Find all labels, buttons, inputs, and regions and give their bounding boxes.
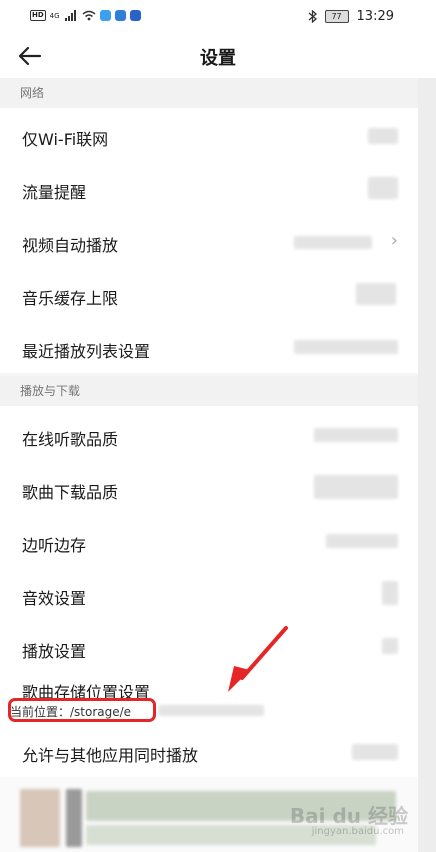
settings-item-sound-effects[interactable]: 音效设置 [0,565,418,618]
setting-value [314,475,398,499]
watermark-logo: Bai du 经验 [289,804,408,828]
settings-item-label: 最近播放列表设置 [22,342,151,361]
setting-value [356,283,396,305]
signal-icon [64,10,76,21]
right-gutter [418,78,436,852]
thumbnail-blurred [66,789,82,847]
settings-item-listen-and-save[interactable]: 边听边存 [0,512,418,565]
chevron-right-icon [382,638,398,654]
settings-item-label: 边听边存 [22,536,87,555]
settings-item-label: 音乐缓存上限 [22,289,119,308]
highlight-box [8,698,156,722]
settings-item-online-quality[interactable]: 在线听歌品质 [0,406,418,459]
header: 设置 [0,34,436,78]
wifi-icon [82,10,96,21]
settings-item-label: 播放设置 [22,642,87,661]
hd-tag: HD [30,10,46,21]
bluetooth-icon [308,10,317,23]
chevron-right-icon: › [390,230,398,251]
settings-item-label: 在线听歌品质 [22,430,119,449]
settings-item-playback[interactable]: 播放设置 [0,618,418,671]
cloud-notification-icon [114,10,126,21]
settings-item-download-quality[interactable]: 歌曲下载品质 [0,459,418,512]
storage-path-blurred [158,705,264,716]
section-header-playback-download: 播放与下载 [0,376,418,406]
setting-value [326,534,398,548]
network-type: 4G [49,11,60,20]
section-header-network: 网络 [0,78,418,108]
status-right-icons: 77 13:29 [308,9,394,24]
battery-icon: 77 [324,10,349,23]
settings-item-data-alert[interactable]: 流量提醒 [0,161,418,214]
settings-item-label: 歌曲下载品质 [22,483,119,502]
app-notification-icon [99,10,111,21]
toggle-switch[interactable] [352,744,398,760]
annotation-arrow-icon [228,626,288,692]
toggle-switch[interactable] [368,177,398,199]
toggle-switch[interactable] [368,128,398,144]
chevron-right-icon [382,581,398,605]
settings-item-wifi-only[interactable]: 仅Wi-Fi联网 [0,108,418,161]
page-title: 设置 [200,48,236,69]
settings-item-label: 仅Wi-Fi联网 [22,130,109,149]
settings-item-recent-playlist[interactable]: 最近播放列表设置 [0,320,418,373]
settings-item-label: 允许与其他应用同时播放 [22,746,199,765]
shield-notification-icon [129,10,141,21]
watermark-url: jingyan.baidu.com [311,826,404,837]
settings-item-music-cache-limit[interactable]: 音乐缓存上限 [0,267,418,320]
setting-value [314,428,398,442]
settings-item-concurrent-playback[interactable]: 允许与其他应用同时播放 [0,724,418,777]
settings-item-label: 流量提醒 [22,183,87,202]
status-left-icons: HD 4G [30,10,141,21]
thumbnail-blurred [20,789,60,847]
status-bar: HD 4G 77 13:29 [0,0,436,34]
settings-item-label: 视频自动播放 [22,236,119,255]
clock: 13:29 [356,9,394,24]
settings-item-video-autoplay[interactable]: 视频自动播放 › [0,214,418,267]
setting-value [294,340,398,354]
settings-item-label: 音效设置 [22,589,87,608]
setting-value [294,236,372,249]
